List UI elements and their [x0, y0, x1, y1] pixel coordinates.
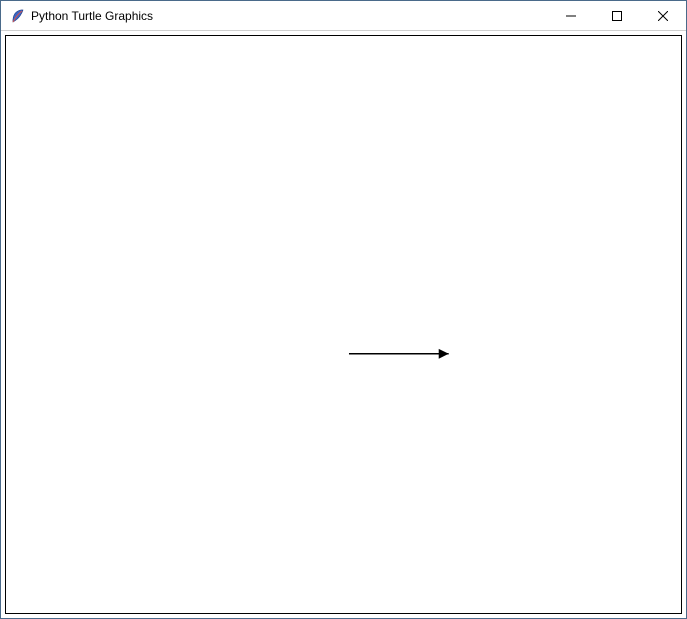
close-button[interactable]: [640, 1, 686, 31]
minimize-button[interactable]: [548, 1, 594, 31]
minimize-icon: [566, 11, 576, 21]
turtle-cursor-icon: [439, 349, 449, 359]
maximize-icon: [612, 11, 622, 21]
titlebar[interactable]: Python Turtle Graphics: [1, 1, 686, 31]
close-icon: [658, 11, 668, 21]
window-title: Python Turtle Graphics: [31, 9, 153, 23]
turtle-canvas: [6, 36, 681, 613]
app-window: Python Turtle Graphics: [0, 0, 687, 619]
canvas-area: [5, 35, 682, 614]
feather-icon: [9, 8, 25, 24]
maximize-button[interactable]: [594, 1, 640, 31]
